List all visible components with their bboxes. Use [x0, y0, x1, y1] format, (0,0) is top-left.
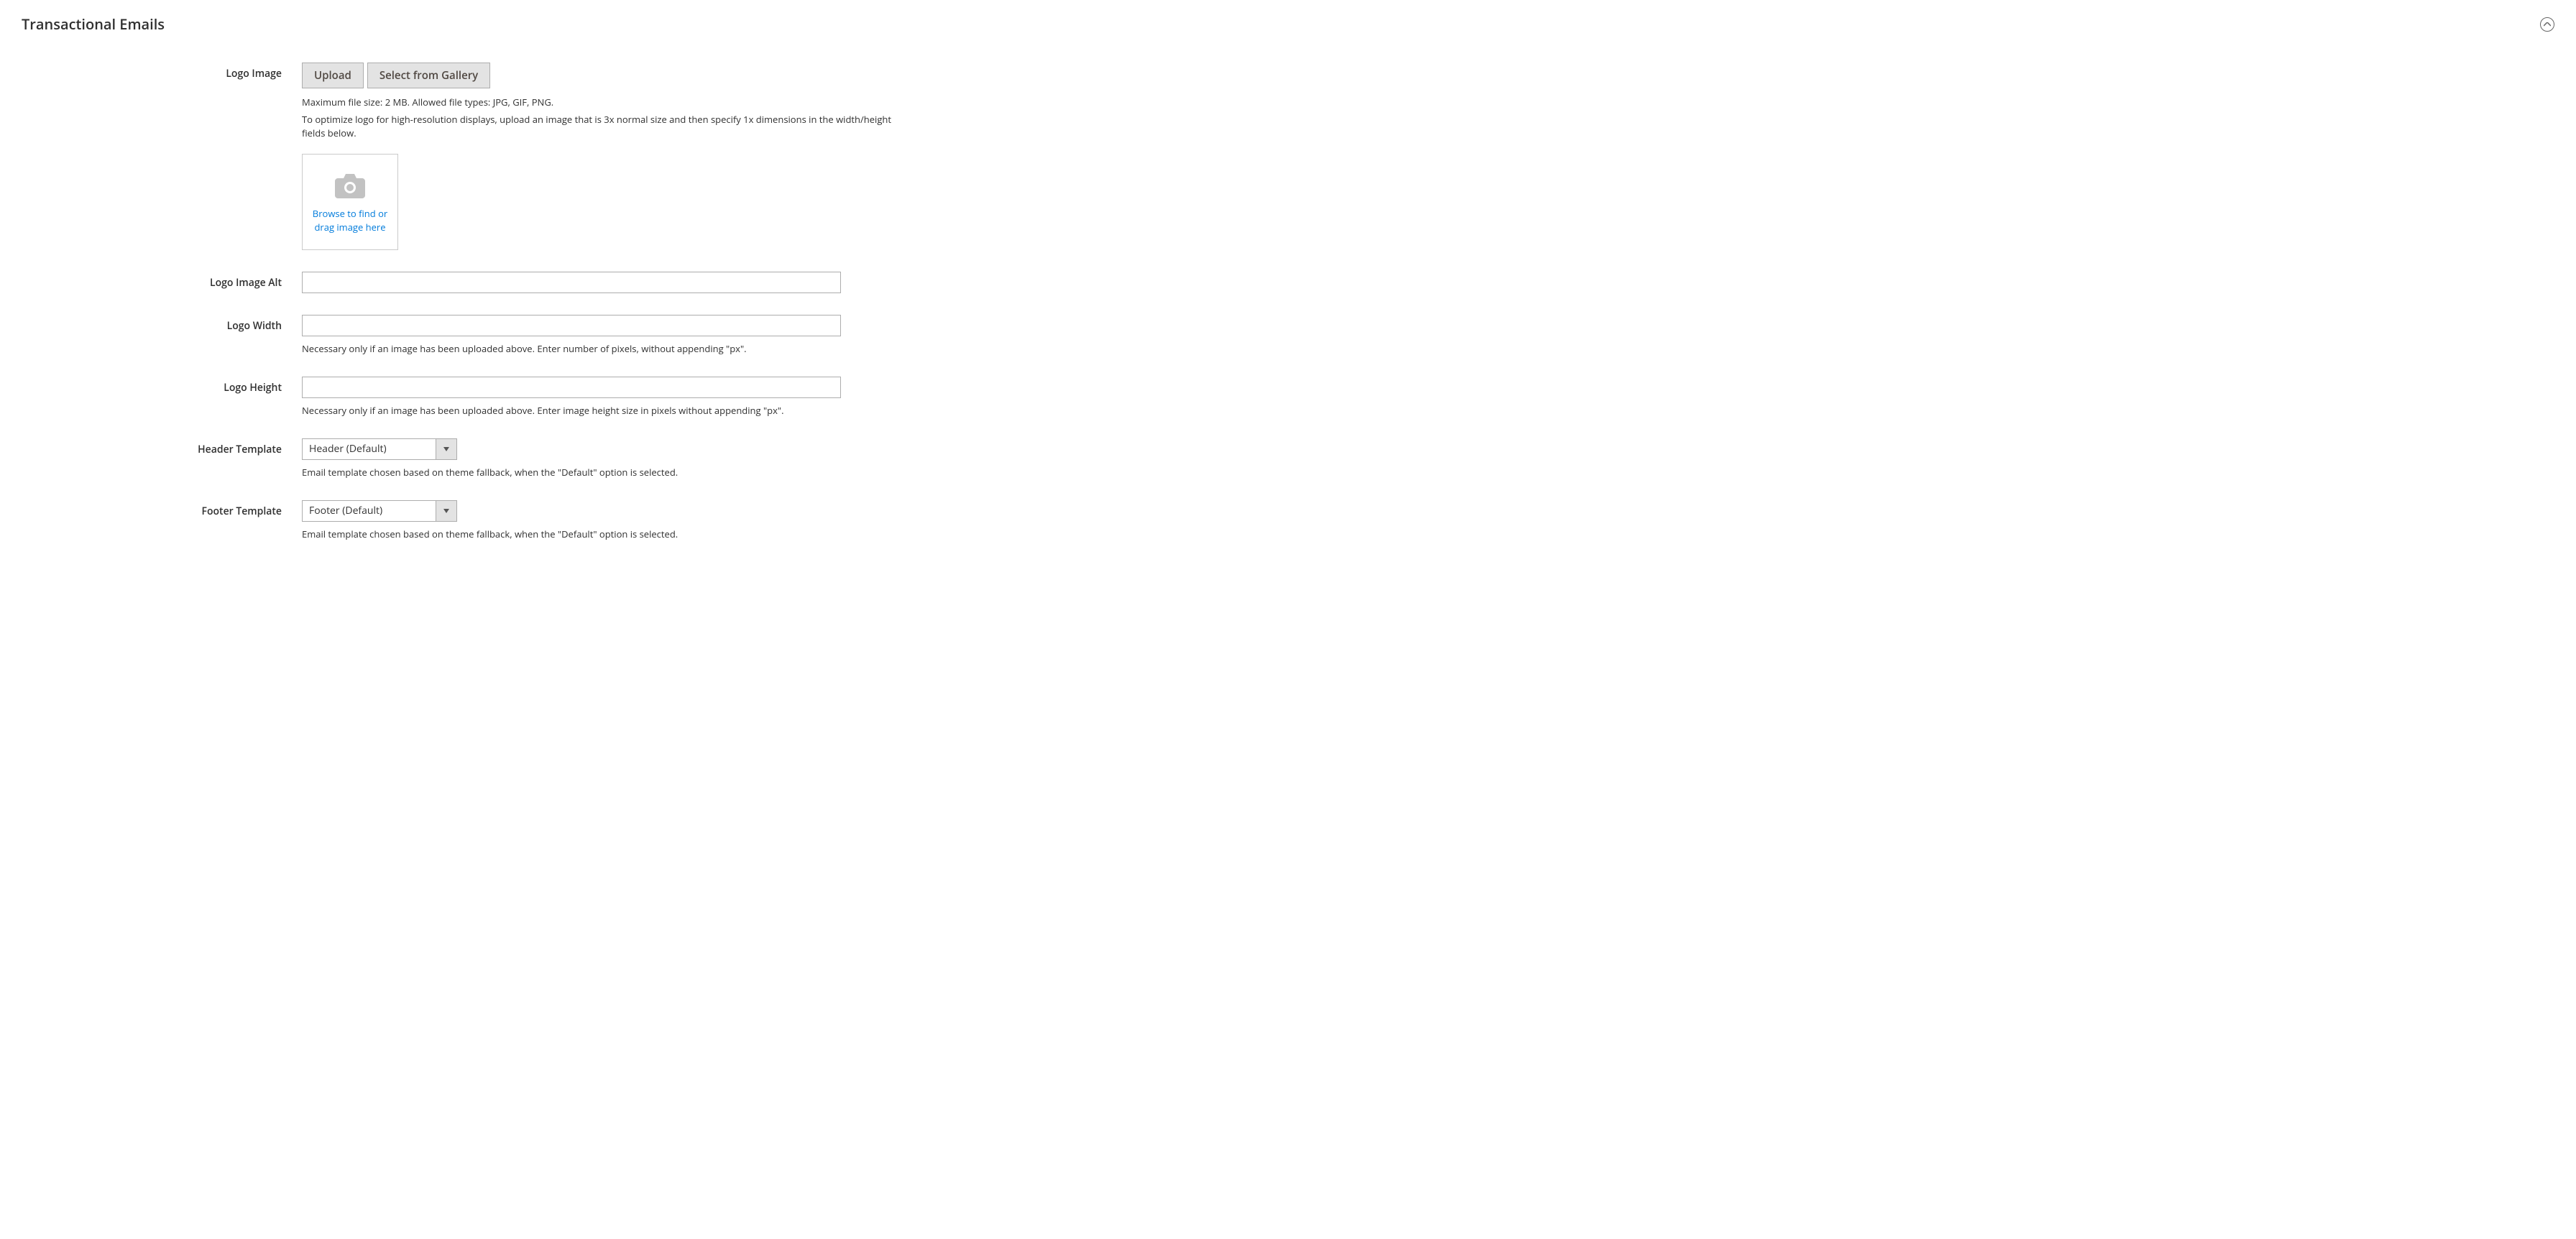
footer-template-label: Footer Template	[22, 500, 302, 518]
header-template-note: Email template chosen based on theme fal…	[302, 466, 891, 479]
camera-icon	[332, 170, 368, 201]
logo-alt-field	[302, 272, 891, 293]
logo-height-label: Logo Height	[22, 377, 302, 395]
logo-height-input[interactable]	[302, 377, 841, 398]
footer-template-select[interactable]: Footer (Default)	[302, 500, 457, 522]
logo-height-row: Logo Height Necessary only if an image h…	[22, 377, 2554, 417]
chevron-up-icon	[2544, 22, 2551, 27]
logo-width-field: Necessary only if an image has been uplo…	[302, 315, 891, 355]
logo-height-note: Necessary only if an image has been uplo…	[302, 404, 891, 417]
footer-template-note: Email template chosen based on theme fal…	[302, 528, 891, 540]
upload-button[interactable]: Upload	[302, 63, 364, 88]
logo-width-label: Logo Width	[22, 315, 302, 333]
header-template-arrow	[436, 438, 457, 460]
header-template-select[interactable]: Header (Default)	[302, 438, 457, 460]
footer-template-row: Footer Template Footer (Default) Email t…	[22, 500, 2554, 540]
logo-image-field: Upload Select from Gallery Maximum file …	[302, 63, 891, 250]
logo-alt-row: Logo Image Alt	[22, 272, 2554, 293]
header-template-value: Header (Default)	[302, 438, 436, 460]
footer-template-arrow	[436, 500, 457, 522]
logo-image-label: Logo Image	[22, 63, 302, 80]
logo-width-note: Necessary only if an image has been uplo…	[302, 342, 891, 355]
footer-template-value: Footer (Default)	[302, 500, 436, 522]
header-template-field: Header (Default) Email template chosen b…	[302, 438, 891, 479]
select-from-gallery-button[interactable]: Select from Gallery	[367, 63, 490, 88]
logo-width-row: Logo Width Necessary only if an image ha…	[22, 315, 2554, 355]
section-title: Transactional Emails	[22, 14, 165, 34]
header-template-label: Header Template	[22, 438, 302, 456]
upload-dropzone[interactable]: Browse to find or drag image here	[302, 154, 398, 250]
collapse-toggle-icon[interactable]	[2540, 17, 2554, 32]
logo-image-help-1: Maximum file size: 2 MB. Allowed file ty…	[302, 96, 891, 110]
section-header: Transactional Emails	[22, 14, 2554, 34]
logo-alt-label: Logo Image Alt	[22, 272, 302, 290]
logo-width-input[interactable]	[302, 315, 841, 336]
header-template-row: Header Template Header (Default) Email t…	[22, 438, 2554, 479]
triangle-down-icon	[443, 509, 449, 513]
logo-image-buttons: Upload Select from Gallery	[302, 63, 891, 88]
logo-height-field: Necessary only if an image has been uplo…	[302, 377, 891, 417]
logo-image-row: Logo Image Upload Select from Gallery Ma…	[22, 63, 2554, 250]
upload-dropzone-text: Browse to find or drag image here	[310, 207, 390, 233]
logo-image-help-2: To optimize logo for high-resolution dis…	[302, 113, 891, 141]
triangle-down-icon	[443, 447, 449, 451]
footer-template-field: Footer (Default) Email template chosen b…	[302, 500, 891, 540]
logo-alt-input[interactable]	[302, 272, 841, 293]
